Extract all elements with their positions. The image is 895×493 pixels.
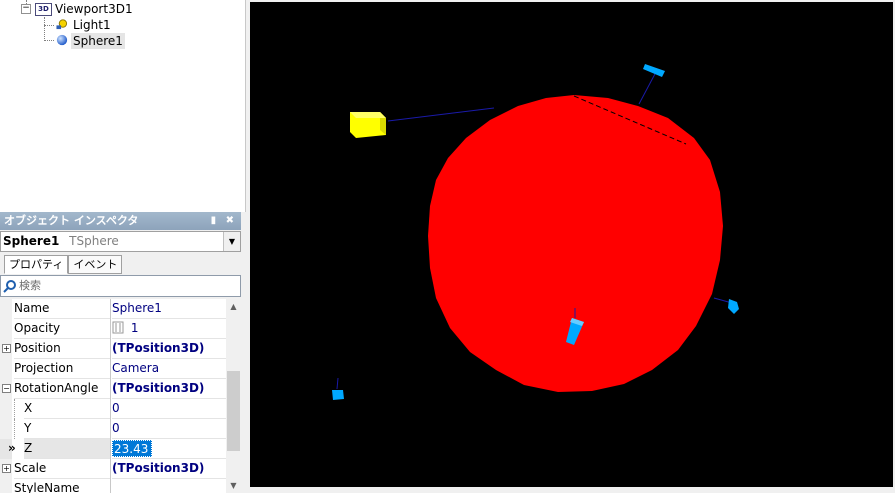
viewport-scene[interactable] (248, 0, 895, 493)
tree-item-label: Sphere1 (73, 34, 123, 48)
row-gutter (0, 299, 12, 319)
slider-icon[interactable] (112, 321, 124, 334)
inspector-tabs: プロパティ イベント (4, 255, 123, 274)
current-row-marker: » (8, 441, 16, 455)
tree-connector (14, 419, 15, 439)
property-name: X (24, 399, 110, 419)
property-name: Scale (14, 459, 110, 479)
property-value[interactable]: 0 (112, 399, 226, 419)
property-name: Projection (14, 359, 110, 379)
scroll-up-icon[interactable]: ▲ (226, 299, 241, 314)
search-input[interactable]: 検索 (0, 275, 241, 297)
inspector-title: オブジェクト インスペクタ (4, 214, 139, 227)
row-gutter (0, 479, 12, 493)
rotation-handle-left[interactable] (332, 390, 344, 400)
scroll-down-icon[interactable]: ▼ (226, 478, 241, 493)
column-divider[interactable] (110, 319, 111, 339)
tree-connector (14, 399, 15, 419)
property-row-x[interactable]: X 0 (0, 399, 226, 419)
row-gutter (0, 419, 12, 439)
property-row-position[interactable]: + Position (TPosition3D) (0, 339, 226, 359)
column-divider[interactable] (110, 419, 111, 439)
property-name: StyleName (14, 479, 110, 493)
expand-icon[interactable]: + (2, 464, 11, 473)
tab-events[interactable]: イベント (68, 255, 123, 274)
tree-item-sphere1[interactable]: Sphere1 (71, 33, 125, 49)
property-row-rotationangle[interactable]: − RotationAngle (TPosition3D) (0, 379, 226, 399)
property-name: Position (14, 339, 110, 359)
tree-connector (44, 40, 54, 41)
expand-icon[interactable]: + (2, 344, 11, 353)
property-row-z[interactable]: » Z (0, 439, 226, 459)
inspector-title-bar: オブジェクト インスペクタ ▮ ✖ (0, 212, 241, 230)
tree-item-light1[interactable]: Light1 (73, 17, 111, 33)
property-value[interactable]: (TPosition3D) (112, 459, 226, 479)
property-row-y[interactable]: Y 0 (0, 419, 226, 439)
property-value: 1 (130, 321, 139, 335)
chevron-down-icon[interactable]: ▼ (223, 232, 240, 251)
row-gutter (0, 359, 12, 379)
light-cube-icon[interactable] (350, 112, 386, 138)
column-divider[interactable] (110, 399, 111, 419)
column-divider[interactable] (110, 299, 111, 319)
search-icon (3, 280, 16, 293)
property-value[interactable]: Sphere1 (112, 299, 226, 319)
pin-close-icon[interactable]: ▮ ✖ (211, 212, 237, 230)
column-divider[interactable] (110, 359, 111, 379)
collapse-toggle[interactable]: − (21, 4, 31, 14)
light-icon (56, 19, 68, 30)
property-value[interactable]: Camera (112, 359, 226, 379)
property-row-scale[interactable]: + Scale (TPosition3D) (0, 459, 226, 479)
column-divider[interactable] (110, 379, 111, 399)
column-divider[interactable] (110, 479, 111, 493)
tree-item-label: Light1 (73, 18, 111, 32)
search-placeholder: 検索 (19, 279, 41, 292)
property-row-stylename[interactable]: StyleName (0, 479, 226, 493)
sphere-icon (56, 34, 68, 46)
row-gutter (0, 319, 12, 339)
structure-tree: − 3D Viewport3D1 Light1 Sphere1 (0, 0, 246, 212)
object-type: TSphere (69, 234, 119, 248)
vertical-scrollbar[interactable]: ▲ ▼ (226, 299, 241, 493)
viewport3d-designer[interactable] (248, 0, 895, 493)
property-value[interactable] (112, 479, 226, 493)
object-name: Sphere1 (3, 234, 60, 248)
property-value[interactable]: (TPosition3D) (112, 379, 226, 399)
row-gutter (0, 399, 12, 419)
tree-connector (44, 17, 45, 41)
column-divider[interactable] (110, 339, 111, 359)
property-row-opacity[interactable]: Opacity 1 (0, 319, 226, 339)
property-value[interactable]: 0 (112, 419, 226, 439)
property-name: Opacity (14, 319, 110, 339)
tree-item-viewport3d1[interactable]: Viewport3D1 (55, 1, 133, 17)
tab-properties[interactable]: プロパティ (4, 255, 69, 274)
sphere-object[interactable] (428, 95, 723, 392)
column-divider[interactable] (110, 439, 111, 459)
object-inspector: オブジェクト インスペクタ ▮ ✖ Sphere1 TSphere ▼ プロパテ… (0, 212, 245, 493)
tree-item-label: Viewport3D1 (55, 2, 133, 16)
property-name: Z (24, 439, 110, 459)
property-value[interactable]: (TPosition3D) (112, 339, 226, 359)
property-name: RotationAngle (14, 379, 110, 399)
property-name: Y (24, 419, 110, 439)
property-row-name[interactable]: Name Sphere1 (0, 299, 226, 319)
property-value-cell[interactable]: 1 (112, 319, 226, 339)
tree-connector (44, 25, 54, 26)
property-value-editor[interactable] (112, 440, 152, 457)
object-selector[interactable]: Sphere1 TSphere ▼ (0, 231, 241, 252)
scroll-thumb[interactable] (227, 371, 240, 451)
property-name: Name (14, 299, 110, 319)
property-value-cell[interactable] (112, 439, 226, 459)
property-grid: Name Sphere1 Opacity 1 + Position (TPosi… (0, 299, 226, 493)
property-row-projection[interactable]: Projection Camera (0, 359, 226, 379)
collapse-icon[interactable]: − (2, 384, 11, 393)
viewport3d-icon: 3D (35, 3, 52, 16)
column-divider[interactable] (110, 459, 111, 479)
